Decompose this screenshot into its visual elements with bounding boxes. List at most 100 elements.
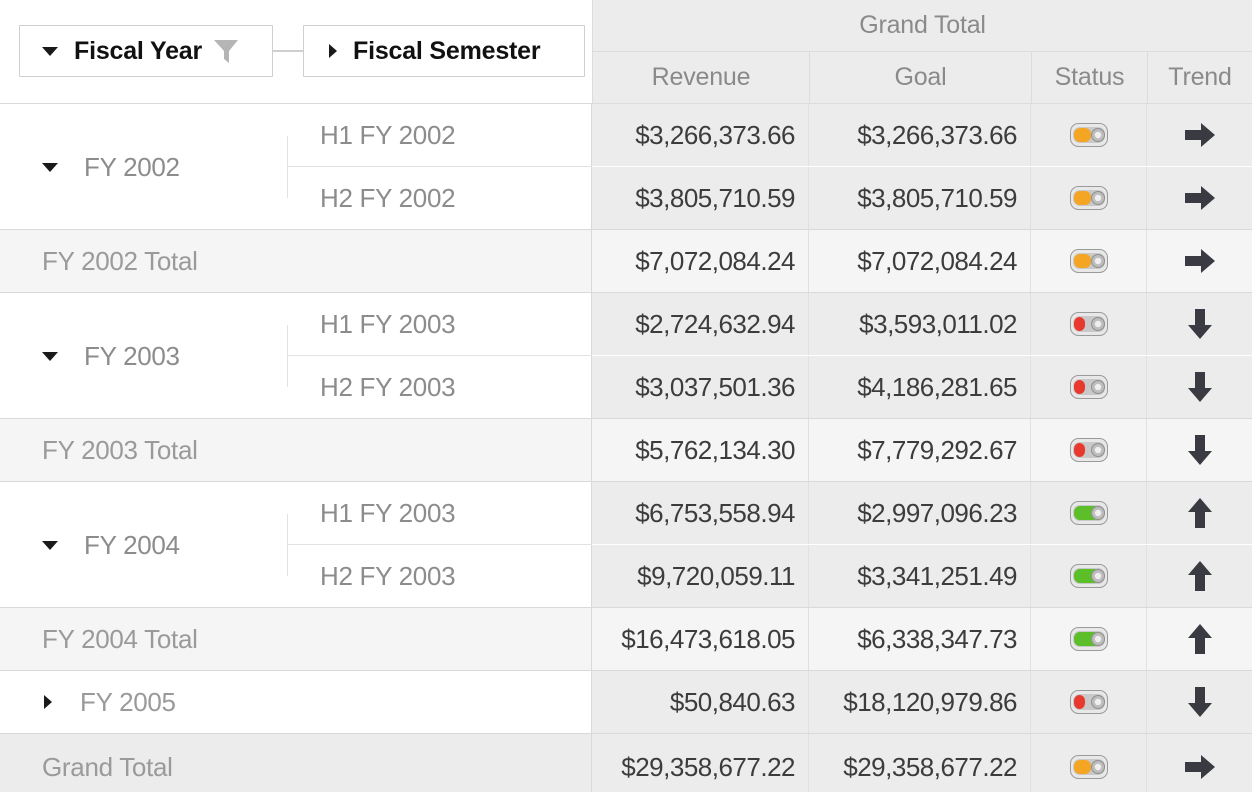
trend-cell xyxy=(1147,671,1252,733)
table-row[interactable]: Grand Total $29,358,677.22 $29,358,677.22 xyxy=(0,734,1252,792)
trend-arrow-icon-flat xyxy=(1184,755,1215,779)
grand-total-label-cell[interactable]: Grand Total xyxy=(0,734,592,792)
trend-arrow-icon-up xyxy=(1187,561,1212,591)
semester-cell[interactable]: H1 FY 2002 xyxy=(288,104,592,166)
status-gauge-icon-amber xyxy=(1069,123,1108,147)
revenue-cell: $9,720,059.11 xyxy=(592,545,809,607)
status-gauge-icon-red xyxy=(1069,690,1108,714)
triangle-down-icon[interactable] xyxy=(42,540,58,550)
status-cell xyxy=(1031,104,1147,166)
table-row[interactable]: FY 2004 Total $16,473,618.05 $6,338,347.73 xyxy=(0,608,1252,670)
status-cell xyxy=(1031,545,1147,607)
trend-cell xyxy=(1147,104,1252,166)
subtotal-label-cell[interactable]: FY 2004 Total xyxy=(0,608,592,670)
subtotal-label-cell[interactable]: FY 2002 Total xyxy=(0,230,592,292)
column-field-chip-fiscal-semester[interactable]: Fiscal Semester xyxy=(303,25,585,77)
subtotal-label-cell[interactable]: FY 2003 Total xyxy=(0,419,592,481)
triangle-right-icon[interactable] xyxy=(44,695,52,709)
status-cell xyxy=(1031,671,1147,733)
table-row[interactable]: FY 2003 Total $5,762,134.30 $7,779,292.67 xyxy=(0,419,1252,481)
status-gauge-icon-green xyxy=(1069,501,1108,525)
semester-cell[interactable]: H1 FY 2003 xyxy=(288,482,592,544)
goal-cell: $2,997,096.23 xyxy=(809,482,1031,544)
trend-arrow-icon-down xyxy=(1187,687,1212,717)
row-group-label: FY 2004 xyxy=(84,529,180,560)
goal-cell: $7,779,292.67 xyxy=(809,419,1031,481)
trend-arrow-icon-down xyxy=(1187,309,1212,339)
goal-cell: $3,341,251.49 xyxy=(809,545,1031,607)
goal-cell: $7,072,084.24 xyxy=(809,230,1031,292)
column-header-goal[interactable]: Goal xyxy=(809,52,1031,103)
column-header-status[interactable]: Status xyxy=(1031,52,1147,103)
row-group-label: FY 2003 xyxy=(84,340,180,371)
table-row[interactable]: FY 2005 $50,840.63 $18,120,979.86 xyxy=(0,671,1252,733)
status-cell xyxy=(1031,608,1147,670)
semester-label: H2 FY 2002 xyxy=(320,182,456,213)
row-field-chip-fiscal-year[interactable]: Fiscal Year xyxy=(19,25,273,77)
row-group-cell[interactable]: FY 2005 xyxy=(0,671,592,733)
revenue-cell: $6,753,558.94 xyxy=(592,482,809,544)
goal-cell: $4,186,281.65 xyxy=(809,356,1031,418)
row-group-cell[interactable]: FY 2004 xyxy=(0,514,288,576)
triangle-down-icon[interactable] xyxy=(42,162,58,172)
trend-cell xyxy=(1147,230,1252,292)
status-cell xyxy=(1031,482,1147,544)
status-gauge-icon-green xyxy=(1069,627,1108,651)
goal-cell: $29,358,677.22 xyxy=(809,734,1031,792)
semester-cell[interactable]: H2 FY 2003 xyxy=(288,545,592,607)
row-label: FY 2002 Total xyxy=(42,245,198,276)
revenue-cell: $7,072,084.24 xyxy=(592,230,809,292)
column-field-label: Fiscal Semester xyxy=(353,36,541,65)
goal-cell: $3,593,011.02 xyxy=(809,293,1031,355)
trend-arrow-icon-up xyxy=(1187,498,1212,528)
grand-total-header-label: Grand Total xyxy=(859,11,986,39)
revenue-cell: $16,473,618.05 xyxy=(592,608,809,670)
semester-cell[interactable]: H1 FY 2003 xyxy=(288,293,592,355)
trend-arrow-icon-down xyxy=(1187,435,1212,465)
semester-label: H1 FY 2002 xyxy=(320,119,456,150)
filter-funnel-icon[interactable] xyxy=(213,36,239,66)
status-gauge-icon-red xyxy=(1069,438,1108,462)
revenue-cell: $3,805,710.59 xyxy=(592,167,809,229)
goal-cell: $3,266,373.66 xyxy=(809,104,1031,166)
triangle-right-icon[interactable] xyxy=(329,44,337,58)
row-group-cell[interactable]: FY 2003 xyxy=(0,325,288,387)
status-gauge-icon-amber xyxy=(1069,755,1108,779)
table-row[interactable]: FY 2003 H2 FY 2003 $3,037,501.36 $4,186,281… xyxy=(0,325,1252,418)
table-row[interactable]: FY 2002 H2 FY 2002 $3,805,710.59 $3,805,710… xyxy=(0,136,1252,229)
column-header-goal-label: Goal xyxy=(894,63,947,91)
column-header-trend-label: Trend xyxy=(1168,63,1232,91)
trend-cell xyxy=(1147,167,1252,229)
column-header-revenue[interactable]: Revenue xyxy=(592,52,809,103)
status-cell xyxy=(1031,293,1147,355)
measure-columns-header: Revenue Goal Status Trend xyxy=(592,52,1252,104)
trend-arrow-icon-down xyxy=(1187,372,1212,402)
revenue-cell: $2,724,632.94 xyxy=(592,293,809,355)
semester-label: H1 FY 2003 xyxy=(320,308,456,339)
column-header-trend[interactable]: Trend xyxy=(1147,52,1252,103)
grand-total-header: Grand Total xyxy=(592,0,1252,52)
row-group-label: FY 2002 xyxy=(84,151,180,182)
status-gauge-icon-amber xyxy=(1069,186,1108,210)
table-row[interactable]: FY 2004 H2 FY 2003 $9,720,059.11 $3,341,251… xyxy=(0,514,1252,607)
trend-cell xyxy=(1147,419,1252,481)
semester-label: H2 FY 2003 xyxy=(320,371,456,402)
goal-cell: $18,120,979.86 xyxy=(809,671,1031,733)
trend-arrow-icon-flat xyxy=(1184,186,1215,210)
row-group-cell[interactable]: FY 2002 xyxy=(0,136,288,198)
triangle-down-icon[interactable] xyxy=(42,46,58,56)
triangle-down-icon[interactable] xyxy=(42,351,58,361)
status-cell xyxy=(1031,167,1147,229)
semester-cell[interactable]: H2 FY 2003 xyxy=(288,356,592,418)
measure-header-area: Grand Total Revenue Goal Status Trend xyxy=(592,0,1252,104)
goal-cell: $6,338,347.73 xyxy=(809,608,1031,670)
table-row[interactable]: FY 2002 Total $7,072,084.24 $7,072,084.24 xyxy=(0,230,1252,292)
row-label: FY 2004 Total xyxy=(42,623,198,654)
trend-arrow-icon-up xyxy=(1187,624,1212,654)
trend-arrow-icon-flat xyxy=(1184,123,1215,147)
field-chip-area: Fiscal Year Fiscal Semester xyxy=(0,0,592,104)
status-cell xyxy=(1031,356,1147,418)
status-cell xyxy=(1031,734,1147,792)
semester-cell[interactable]: H2 FY 2002 xyxy=(288,167,592,229)
status-cell xyxy=(1031,230,1147,292)
